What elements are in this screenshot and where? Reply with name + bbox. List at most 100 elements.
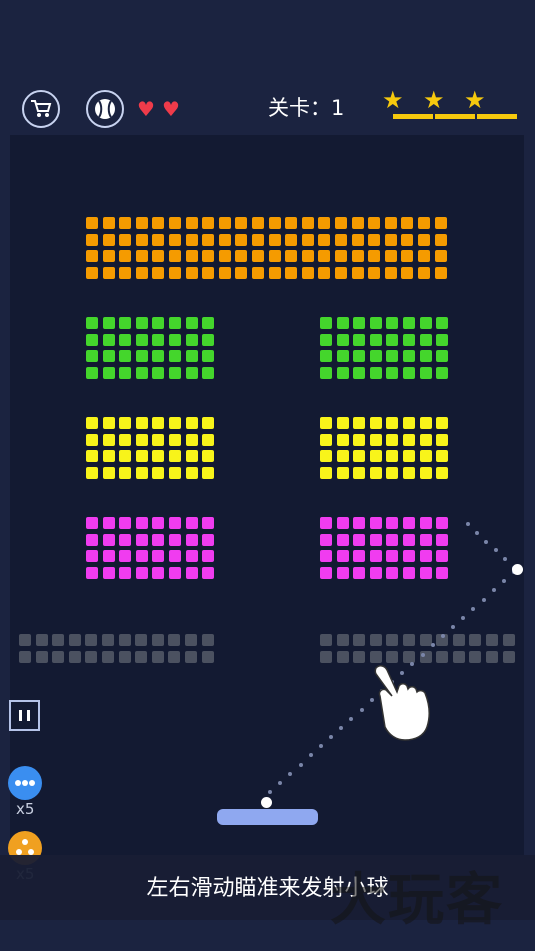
- brick: [86, 533, 98, 546]
- brick: [320, 350, 332, 363]
- brick: [202, 466, 215, 479]
- brick: [119, 333, 132, 346]
- shop-button[interactable]: [22, 90, 60, 128]
- brick: [169, 550, 181, 563]
- brick: [353, 550, 366, 563]
- aim-dot: [440, 634, 445, 639]
- brick: [320, 450, 332, 463]
- brick: [102, 333, 115, 346]
- brick: [151, 650, 164, 663]
- brick: [369, 533, 382, 546]
- brick: [119, 317, 132, 329]
- brick: [384, 266, 397, 279]
- brick: [102, 550, 115, 563]
- brick: [252, 250, 264, 263]
- brick: [336, 566, 349, 579]
- brick: [320, 333, 332, 346]
- brick: [52, 650, 65, 663]
- brick: [169, 517, 181, 529]
- brick: [185, 650, 197, 663]
- brick: [152, 433, 165, 446]
- ball-skin-button[interactable]: [86, 90, 124, 128]
- brick: [102, 650, 114, 663]
- brick: [119, 533, 132, 546]
- brick: [169, 417, 181, 429]
- brick: [419, 317, 432, 329]
- brick: [185, 550, 198, 563]
- brick: [119, 217, 132, 229]
- brick: [202, 450, 215, 463]
- paddle[interactable]: [217, 809, 318, 825]
- brick: [436, 466, 449, 479]
- brick: [202, 517, 215, 529]
- brick: [218, 250, 231, 263]
- brick: [436, 450, 449, 463]
- brick: [469, 634, 482, 646]
- brick: [419, 417, 432, 429]
- brick: [486, 650, 498, 663]
- brick: [434, 250, 447, 263]
- brick: [102, 250, 115, 263]
- brick: [351, 266, 364, 279]
- brick: [301, 266, 314, 279]
- brick: [169, 333, 181, 346]
- brick: [202, 566, 215, 579]
- brick: [119, 517, 132, 529]
- pause-button[interactable]: [9, 700, 40, 731]
- brick: [336, 533, 349, 546]
- brick: [336, 417, 349, 429]
- brick: [369, 350, 382, 363]
- brick: [268, 233, 281, 246]
- multi-ball-powerup[interactable]: [8, 766, 42, 800]
- brick: [368, 266, 381, 279]
- brick: [86, 566, 98, 579]
- brick: [452, 634, 465, 646]
- brick: [119, 366, 132, 379]
- brick: [436, 350, 449, 363]
- brick: [436, 433, 449, 446]
- brick: [353, 634, 366, 646]
- brick: [353, 517, 366, 529]
- brick: [202, 250, 215, 263]
- brick: [268, 217, 281, 229]
- brick: [351, 250, 364, 263]
- brick: [386, 433, 399, 446]
- brick: [135, 266, 148, 279]
- brick: [152, 233, 165, 246]
- brick: [353, 317, 366, 329]
- brick: [168, 634, 181, 646]
- brick: [152, 333, 165, 346]
- brick: [185, 517, 198, 529]
- brick: [502, 634, 515, 646]
- brick: [119, 417, 132, 429]
- brick: [403, 533, 415, 546]
- brick: [185, 566, 198, 579]
- brick: [369, 333, 382, 346]
- brick: [403, 550, 415, 563]
- brick: [185, 217, 198, 229]
- brick: [52, 634, 65, 646]
- brick: [403, 517, 415, 529]
- brick: [419, 333, 432, 346]
- progress-tick: [475, 111, 477, 119]
- star-icon: ★: [464, 86, 486, 114]
- pause-icon: [19, 710, 22, 721]
- brick: [152, 466, 165, 479]
- swipe-hand-icon: [374, 665, 430, 741]
- brick: [386, 450, 399, 463]
- brick: [119, 350, 132, 363]
- brick: [335, 266, 347, 279]
- brick: [336, 350, 349, 363]
- brick: [436, 317, 449, 329]
- brick: [102, 433, 115, 446]
- brick: [419, 366, 432, 379]
- brick: [434, 233, 447, 246]
- brick: [118, 650, 131, 663]
- brick: [268, 266, 281, 279]
- cart-icon: [31, 100, 52, 117]
- brick: [202, 233, 215, 246]
- brick: [419, 517, 432, 529]
- brick: [336, 433, 349, 446]
- brick: [169, 217, 181, 229]
- brick: [401, 217, 414, 229]
